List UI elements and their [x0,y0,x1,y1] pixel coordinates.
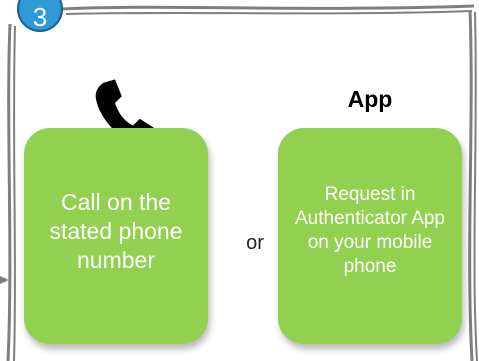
app-option-title: App [347,86,393,112]
call-option-label: Call on the stated phone number [49,188,183,273]
app-option-label: Request in Authenticator App on your mob… [295,184,445,277]
connector-arrow [0,276,9,284]
call-option-card: Call on the stated phone number [24,128,208,344]
step-number-badge: 3 [17,0,63,32]
or-separator: or [246,232,264,254]
app-option-card: Request in Authenticator App on your mob… [278,128,462,344]
diagram-step-3: 3 App Call on the stated phone number or… [0,0,479,361]
step-number: 3 [32,2,48,32]
